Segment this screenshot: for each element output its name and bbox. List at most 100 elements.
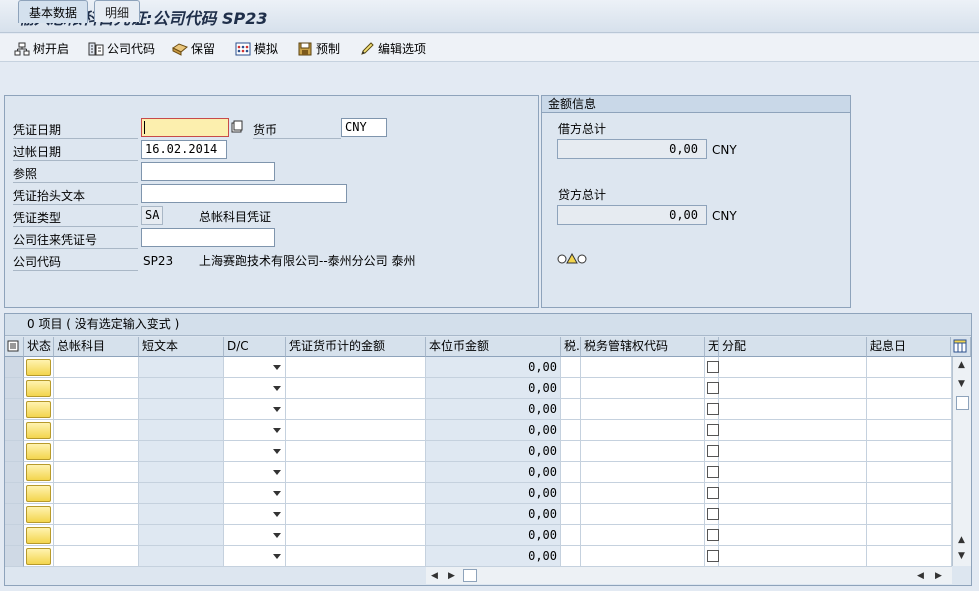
header-text-input[interactable] bbox=[141, 184, 347, 203]
col-value-date[interactable]: 起息日 bbox=[867, 337, 951, 357]
tax-cell[interactable] bbox=[561, 546, 581, 567]
tax-jurisdiction-cell[interactable] bbox=[581, 525, 705, 546]
checkbox[interactable] bbox=[707, 382, 719, 394]
assignment-cell[interactable] bbox=[719, 546, 867, 567]
col-tax-jurisdiction[interactable]: 税务管辖权代码 bbox=[581, 337, 705, 357]
row-selector[interactable] bbox=[5, 525, 24, 546]
no-cell[interactable] bbox=[705, 378, 719, 399]
status-indicator-icon[interactable] bbox=[26, 485, 51, 502]
dc-cell[interactable] bbox=[224, 357, 286, 378]
doc-amount-cell[interactable] bbox=[286, 399, 426, 420]
dc-cell[interactable] bbox=[224, 546, 286, 567]
dropdown-arrow-icon[interactable] bbox=[273, 533, 281, 538]
gl-account-cell[interactable] bbox=[54, 378, 139, 399]
scroll-down-small-arrow-icon[interactable]: ▼ bbox=[958, 551, 965, 561]
no-cell[interactable] bbox=[705, 525, 719, 546]
dropdown-arrow-icon[interactable] bbox=[273, 512, 281, 517]
gl-account-cell[interactable] bbox=[54, 504, 139, 525]
value-date-cell[interactable] bbox=[867, 378, 952, 399]
row-selector[interactable] bbox=[5, 546, 24, 567]
status-indicator-icon[interactable] bbox=[26, 506, 51, 523]
status-cell[interactable] bbox=[24, 357, 54, 378]
tax-cell[interactable] bbox=[561, 462, 581, 483]
horizontal-scrollbar[interactable]: ◀ ▶ ◀ ▶ bbox=[426, 567, 952, 584]
tax-cell[interactable] bbox=[561, 378, 581, 399]
status-cell[interactable] bbox=[24, 504, 54, 525]
column-config-button[interactable] bbox=[951, 337, 971, 357]
doc-amount-cell[interactable] bbox=[286, 357, 426, 378]
status-cell[interactable] bbox=[24, 546, 54, 567]
dc-cell[interactable] bbox=[224, 483, 286, 504]
tax-cell[interactable] bbox=[561, 483, 581, 504]
dropdown-arrow-icon[interactable] bbox=[273, 470, 281, 475]
dc-cell[interactable] bbox=[224, 378, 286, 399]
gl-account-cell[interactable] bbox=[54, 483, 139, 504]
tax-jurisdiction-cell[interactable] bbox=[581, 378, 705, 399]
tax-cell[interactable] bbox=[561, 504, 581, 525]
value-date-cell[interactable] bbox=[867, 420, 952, 441]
dc-cell[interactable] bbox=[224, 399, 286, 420]
doc-amount-cell[interactable] bbox=[286, 378, 426, 399]
no-cell[interactable] bbox=[705, 357, 719, 378]
park-button[interactable]: 保留 bbox=[172, 40, 215, 57]
row-selector[interactable] bbox=[5, 378, 24, 399]
status-cell[interactable] bbox=[24, 483, 54, 504]
no-cell[interactable] bbox=[705, 441, 719, 462]
scroll-left-small-arrow-icon[interactable]: ◀ bbox=[917, 571, 924, 581]
value-date-cell[interactable] bbox=[867, 399, 952, 420]
row-selector[interactable] bbox=[5, 441, 24, 462]
dropdown-arrow-icon[interactable] bbox=[273, 428, 281, 433]
scroll-right-arrow-icon[interactable]: ▶ bbox=[448, 571, 455, 581]
status-cell[interactable] bbox=[24, 420, 54, 441]
checkbox[interactable] bbox=[707, 403, 719, 415]
select-all-header[interactable] bbox=[5, 337, 24, 357]
assignment-cell[interactable] bbox=[719, 504, 867, 525]
checkbox[interactable] bbox=[707, 466, 719, 478]
checkbox[interactable] bbox=[707, 424, 719, 436]
assignment-cell[interactable] bbox=[719, 462, 867, 483]
tax-jurisdiction-cell[interactable] bbox=[581, 420, 705, 441]
checkbox[interactable] bbox=[707, 529, 719, 541]
col-gl-account[interactable]: 总帐科目 bbox=[54, 337, 139, 357]
status-indicator-icon[interactable] bbox=[26, 422, 51, 439]
tab-basic-data[interactable]: 基本数据 bbox=[18, 0, 89, 23]
checkbox[interactable] bbox=[707, 550, 719, 562]
tax-cell[interactable] bbox=[561, 525, 581, 546]
value-date-cell[interactable] bbox=[867, 441, 952, 462]
row-selector[interactable] bbox=[5, 462, 24, 483]
col-assignment[interactable]: 分配 bbox=[719, 337, 867, 357]
row-selector[interactable] bbox=[5, 399, 24, 420]
dropdown-arrow-icon[interactable] bbox=[273, 365, 281, 370]
calendar-icon[interactable] bbox=[231, 120, 243, 134]
gl-account-cell[interactable] bbox=[54, 441, 139, 462]
tax-cell[interactable] bbox=[561, 420, 581, 441]
horizontal-scroll-thumb[interactable] bbox=[463, 569, 477, 582]
doc-amount-cell[interactable] bbox=[286, 504, 426, 525]
status-indicator-icon[interactable] bbox=[26, 464, 51, 481]
tab-details[interactable]: 明细 bbox=[94, 0, 141, 22]
col-short-text[interactable]: 短文本 bbox=[139, 337, 224, 357]
checkbox[interactable] bbox=[707, 445, 719, 457]
assignment-cell[interactable] bbox=[719, 378, 867, 399]
gl-account-cell[interactable] bbox=[54, 525, 139, 546]
dc-cell[interactable] bbox=[224, 525, 286, 546]
simulate-button[interactable]: 模拟 bbox=[235, 40, 278, 57]
status-indicator-icon[interactable] bbox=[26, 443, 51, 460]
value-date-cell[interactable] bbox=[867, 546, 952, 567]
scroll-down-arrow-icon[interactable]: ▼ bbox=[958, 379, 965, 389]
dc-cell[interactable] bbox=[224, 462, 286, 483]
status-indicator-icon[interactable] bbox=[26, 359, 51, 376]
checkbox[interactable] bbox=[707, 361, 719, 373]
status-indicator-icon[interactable] bbox=[26, 380, 51, 397]
assignment-cell[interactable] bbox=[719, 399, 867, 420]
doc-amount-cell[interactable] bbox=[286, 525, 426, 546]
doc-amount-cell[interactable] bbox=[286, 420, 426, 441]
col-status[interactable]: 状态 bbox=[24, 337, 54, 357]
dc-cell[interactable] bbox=[224, 441, 286, 462]
row-selector[interactable] bbox=[5, 504, 24, 525]
doc-amount-cell[interactable] bbox=[286, 546, 426, 567]
edit-options-button[interactable]: 编辑选项 bbox=[359, 40, 426, 57]
status-cell[interactable] bbox=[24, 399, 54, 420]
dropdown-arrow-icon[interactable] bbox=[273, 449, 281, 454]
scroll-left-arrow-icon[interactable]: ◀ bbox=[431, 571, 438, 581]
